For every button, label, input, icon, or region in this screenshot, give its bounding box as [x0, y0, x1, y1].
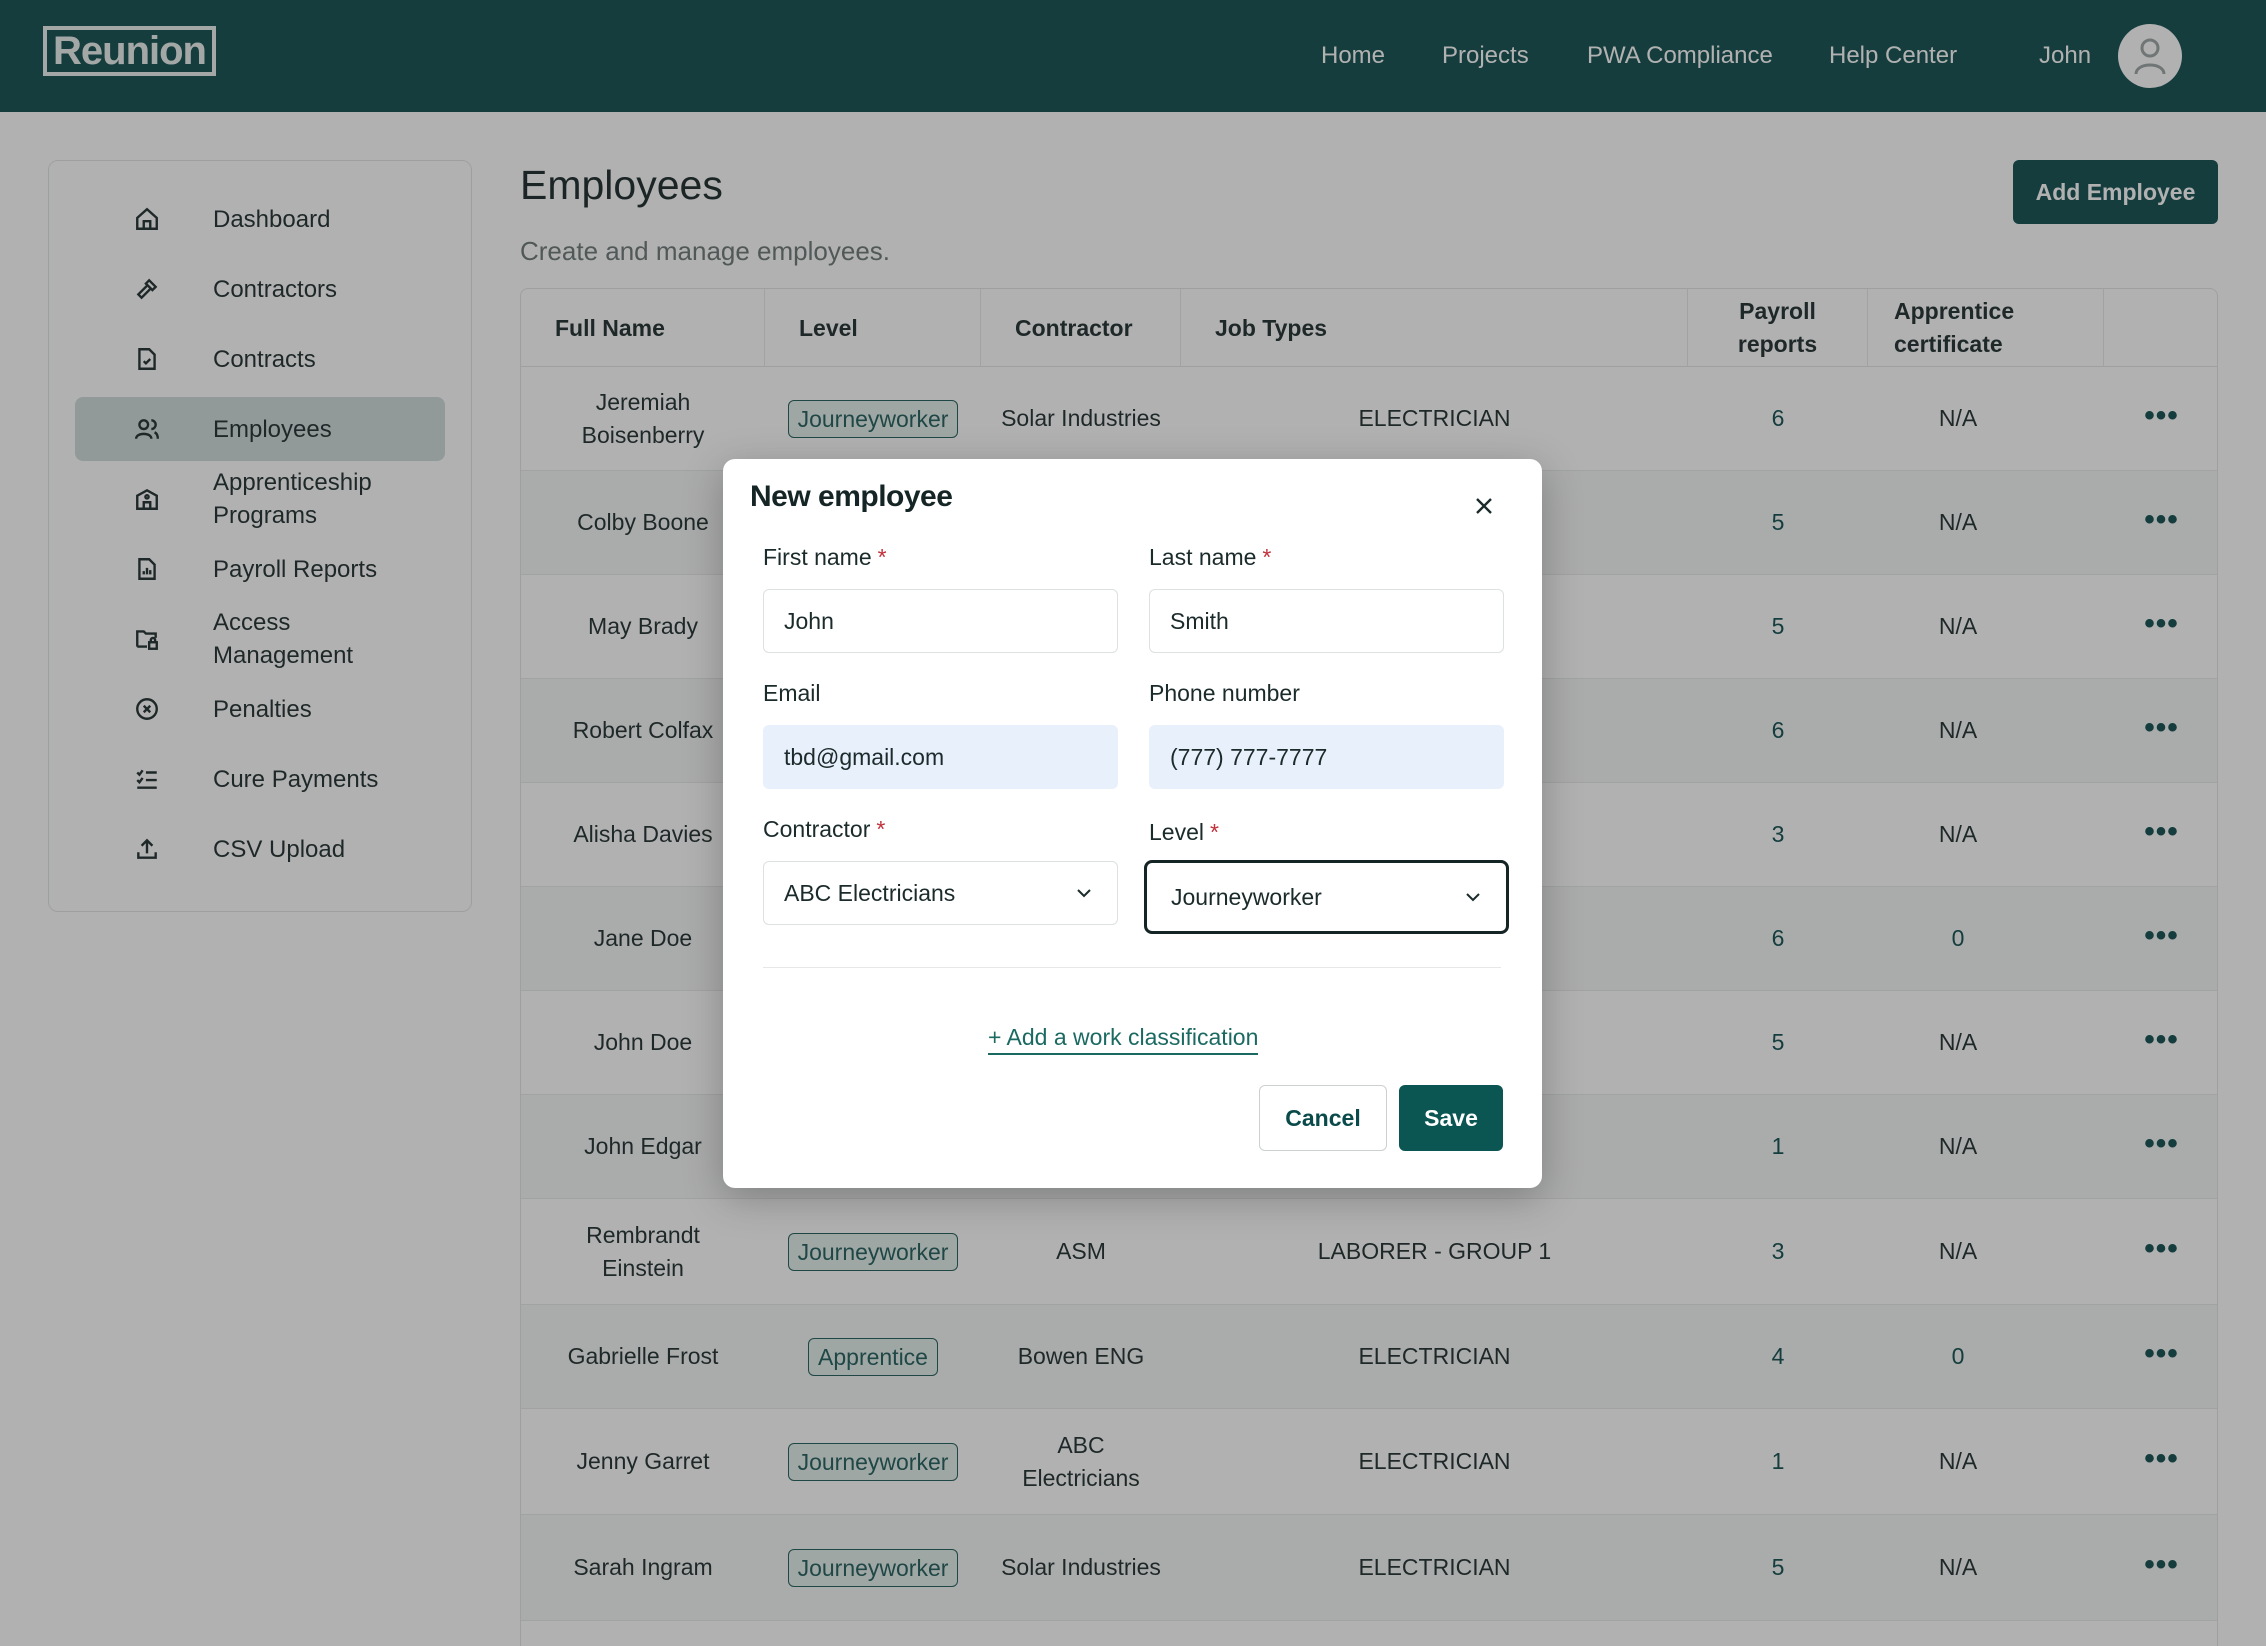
- required-mark: *: [877, 544, 887, 570]
- level-select-value: Journeyworker: [1171, 883, 1322, 910]
- new-employee-modal: New employee First name * John Last name *…: [723, 459, 1542, 1188]
- first-name-label: First name *: [763, 544, 887, 570]
- close-button[interactable]: [1467, 489, 1501, 523]
- phone-number-input[interactable]: (777) 777-7777: [1149, 725, 1504, 789]
- contractor-label: Contractor *: [763, 816, 886, 842]
- contractor-select[interactable]: ABC Electricians: [763, 861, 1118, 925]
- last-name-label: Last name *: [1149, 544, 1272, 570]
- cancel-button[interactable]: Cancel: [1259, 1085, 1387, 1151]
- level-label: Level *: [1149, 819, 1219, 845]
- save-button[interactable]: Save: [1399, 1085, 1503, 1151]
- modal-title: New employee: [750, 480, 953, 513]
- close-icon: [1476, 498, 1492, 514]
- phone-number-label: Phone number: [1149, 680, 1300, 706]
- last-name-input[interactable]: Smith: [1149, 589, 1504, 653]
- email-label: Email: [763, 680, 821, 706]
- chevron-down-icon: [1466, 893, 1480, 902]
- add-work-classification-link[interactable]: + Add a work classification: [988, 1024, 1259, 1055]
- required-mark: *: [1209, 819, 1219, 845]
- email-input[interactable]: tbd@gmail.com: [763, 725, 1118, 789]
- divider: [763, 967, 1501, 968]
- chevron-down-icon: [1077, 889, 1091, 898]
- first-name-input[interactable]: John: [763, 589, 1118, 653]
- contractor-select-value: ABC Electricians: [784, 879, 956, 906]
- required-mark: *: [876, 816, 886, 842]
- level-select[interactable]: Journeyworker: [1144, 860, 1509, 934]
- required-mark: *: [1262, 544, 1272, 570]
